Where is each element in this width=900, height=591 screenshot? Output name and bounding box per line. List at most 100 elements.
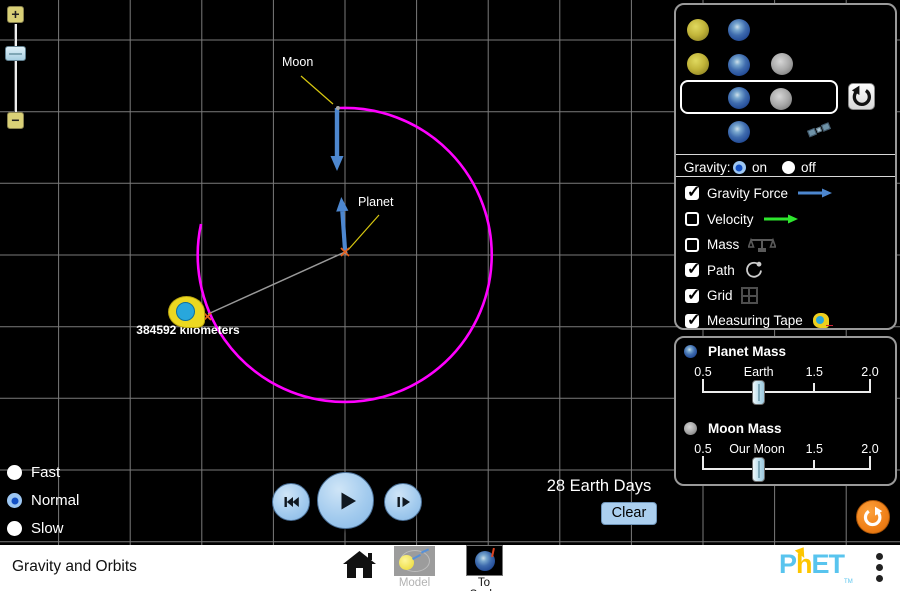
screen-label: To Scale: [463, 577, 505, 591]
gravity-on-radio[interactable]: [733, 161, 746, 174]
rewind-button[interactable]: [272, 483, 310, 521]
gravity-off-radio[interactable]: [782, 161, 795, 174]
divider: [676, 154, 895, 155]
tick-mark: [869, 456, 871, 469]
checkbox-label: Mass: [707, 237, 739, 252]
checkbox-label: Path: [707, 263, 735, 278]
grid-checkbox[interactable]: [685, 289, 699, 303]
scene-option-earth-satellite[interactable]: [676, 121, 895, 153]
zoom-slider-handle[interactable]: [5, 46, 26, 61]
earth-icon: [728, 121, 750, 143]
earth-icon: [684, 345, 697, 358]
checkbox-row-grid[interactable]: Grid: [685, 286, 758, 306]
home-button[interactable]: [343, 551, 376, 578]
clear-button[interactable]: Clear: [601, 502, 657, 525]
tick-label: 2.0: [861, 365, 878, 379]
moon-callout-line: [301, 76, 333, 104]
navbar: Gravity and Orbits: [0, 545, 900, 591]
play-icon: [332, 487, 360, 515]
tick-label: Earth: [744, 365, 774, 379]
fast-radio[interactable]: [7, 465, 22, 480]
undo-arrow-icon: [849, 84, 874, 109]
planet-label: Planet: [358, 195, 393, 209]
mass-checkbox[interactable]: [685, 238, 699, 252]
speed-option-normal[interactable]: Normal: [7, 492, 79, 509]
path-checkbox[interactable]: [685, 263, 699, 277]
checkbox-row-gravity-force[interactable]: Gravity Force: [685, 183, 833, 203]
moon-icon: [684, 422, 697, 435]
speed-option-fast[interactable]: Fast: [7, 464, 60, 481]
measuring-tape-icon: [813, 313, 829, 328]
moon-body[interactable]: [336, 106, 340, 110]
velocity-arrow-icon: [763, 214, 799, 224]
scene-reset-button[interactable]: [848, 83, 875, 110]
simulation-stage: Moon Planet 384592 kilometers + −: [0, 0, 900, 591]
rewind-icon: [281, 492, 301, 512]
grid-icon: [741, 287, 758, 304]
divider: [676, 176, 895, 177]
phet-logo[interactable]: PhETTM: [779, 549, 853, 585]
zoom-in-button[interactable]: +: [7, 6, 24, 23]
zoom-out-button[interactable]: −: [7, 112, 24, 129]
checkbox-row-measuring-tape[interactable]: Measuring Tape: [685, 311, 829, 331]
gravity-on-label[interactable]: on: [752, 160, 767, 175]
checkbox-row-path[interactable]: Path: [685, 260, 764, 280]
measuring-tape-checkbox[interactable]: [685, 314, 699, 328]
tick-mark: [702, 456, 704, 469]
reset-all-button[interactable]: [856, 500, 890, 534]
tick-label: 1.5: [806, 365, 823, 379]
normal-radio[interactable]: [7, 493, 22, 508]
moon-mass-track[interactable]: [702, 468, 871, 470]
tick-label: 0.5: [694, 442, 711, 456]
planet-mass-track[interactable]: [702, 391, 871, 393]
tick-mark: [869, 379, 871, 392]
time-readout: 28 Earth Days: [540, 477, 658, 496]
screen-button-to-scale[interactable]: To Scale: [463, 545, 505, 591]
moon-mass-header: Moon Mass: [684, 421, 782, 436]
moon-icon: [770, 88, 792, 110]
gravity-off-label[interactable]: off: [801, 160, 816, 175]
phet-logo-tm: TM: [844, 579, 853, 585]
play-button[interactable]: [317, 472, 374, 529]
checkbox-row-mass[interactable]: Mass: [685, 235, 776, 255]
zoom-slider-track[interactable]: [14, 24, 17, 113]
planet-mass-handle[interactable]: [752, 380, 765, 405]
speed-label: Slow: [31, 520, 64, 537]
speed-option-slow[interactable]: Slow: [7, 520, 64, 537]
tick-mark: [813, 383, 815, 392]
moon-mass-title: Moon Mass: [708, 421, 782, 436]
planet-mass-header: Planet Mass: [684, 344, 786, 359]
model-thumbnail: [394, 546, 435, 576]
checkbox-label: Grid: [707, 288, 733, 303]
home-icon: [343, 551, 376, 578]
satellite-icon: [807, 122, 833, 140]
gravity-force-checkbox[interactable]: [685, 186, 699, 200]
measuring-tape-line: [208, 252, 345, 314]
earth-icon: [728, 54, 750, 76]
control-panel: Gravity: on off Gravity Force Velocity M…: [674, 3, 897, 330]
sun-icon: [687, 53, 709, 75]
speed-label: Normal: [31, 492, 79, 509]
checkbox-row-velocity[interactable]: Velocity: [685, 209, 799, 229]
measuring-tape-reel[interactable]: [168, 296, 205, 328]
tick-mark: [702, 379, 704, 392]
phet-logo-p: P: [779, 549, 796, 579]
screen-button-model[interactable]: Model: [394, 546, 435, 589]
moon-mass-handle[interactable]: [752, 457, 765, 482]
step-forward-button[interactable]: [384, 483, 422, 521]
tick-label: 1.5: [806, 442, 823, 456]
sun-icon: [687, 19, 709, 41]
checkbox-label: Velocity: [707, 212, 754, 227]
reset-arrow-icon: [861, 505, 885, 529]
planet-mass-title: Planet Mass: [708, 344, 786, 359]
mass-panel: Planet Mass 0.5 Earth 1.5 2.0 Moon Mass …: [674, 336, 897, 486]
scene-option-sun-earth[interactable]: [676, 18, 895, 50]
tape-spool: [176, 302, 195, 321]
slow-radio[interactable]: [7, 521, 22, 536]
moon-gravity-arrow: [331, 108, 344, 171]
phet-menu-button[interactable]: [874, 553, 884, 586]
to-scale-thumbnail: [466, 545, 503, 576]
earth-icon: [728, 19, 750, 41]
tick-label: 2.0: [861, 442, 878, 456]
velocity-checkbox[interactable]: [685, 212, 699, 226]
